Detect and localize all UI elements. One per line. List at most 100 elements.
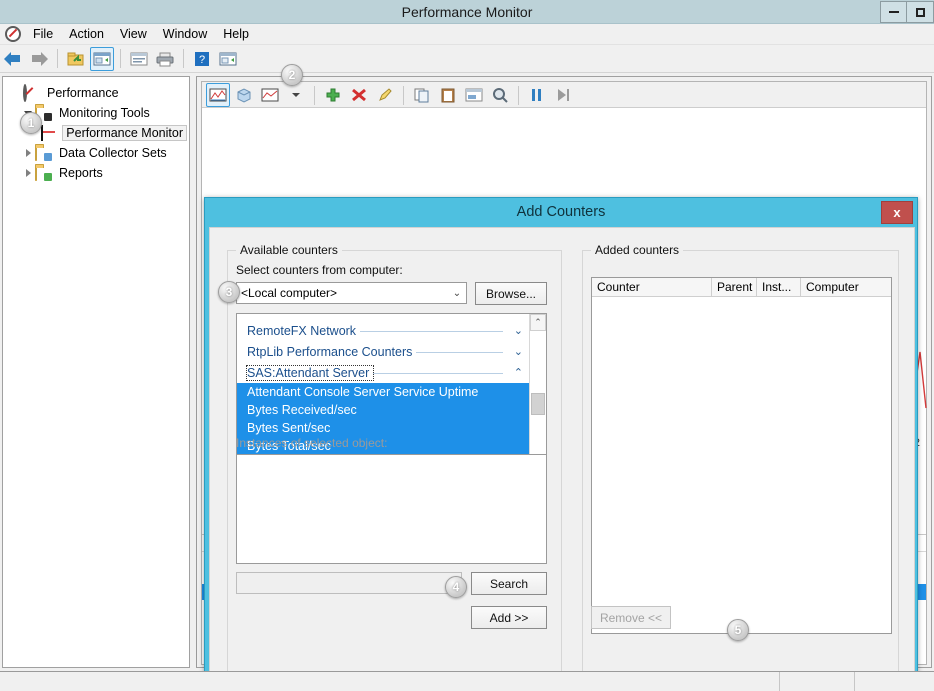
scroll-up-button[interactable]: ⌃ (530, 314, 546, 331)
available-counters-group: Available counters Select counters from … (227, 250, 562, 691)
counter-category-remotefx-network[interactable]: RemoteFX Network ⌄ (237, 320, 529, 341)
tree-expander-collapsed[interactable] (21, 146, 35, 160)
tree-item-performance[interactable]: Performance (7, 83, 187, 103)
status-cell-main (0, 672, 780, 691)
dialog-title: Add Counters (205, 198, 917, 227)
callout-3: 3 (218, 281, 240, 303)
status-cell-second (780, 672, 855, 691)
instance-search-combobox[interactable]: ⌄ (236, 572, 462, 594)
toolbar-separator (57, 49, 58, 68)
scrollbar-thumb[interactable] (531, 393, 545, 415)
show-hide-console-tree-button[interactable] (90, 47, 114, 71)
folder-data-collector-icon (35, 146, 52, 161)
add-view-button[interactable] (258, 83, 282, 107)
maximize-icon (916, 8, 925, 17)
window-controls (880, 0, 934, 24)
window-titlebar: Performance Monitor (0, 0, 934, 24)
copy-properties-icon (413, 87, 431, 103)
console-tree-pane: Performance Monitoring Tools Performance… (2, 76, 190, 668)
view-graph-button[interactable] (206, 83, 230, 107)
minimize-button[interactable] (880, 1, 907, 23)
add-button-label: Add >> (490, 611, 529, 625)
chevron-down-icon: ⌄ (514, 324, 523, 337)
column-header-parent[interactable]: Parent (712, 278, 757, 296)
status-cell-third (855, 672, 934, 691)
add-view-icon (261, 87, 279, 103)
properties-icon (130, 51, 148, 67)
highlight-button[interactable] (373, 83, 397, 107)
back-button[interactable] (1, 47, 25, 71)
chevron-down-icon (292, 93, 300, 97)
menu-view[interactable]: View (112, 25, 155, 43)
chevron-up-icon: ⌃ (534, 317, 542, 328)
menu-bar: File Action View Window Help (0, 24, 934, 45)
counter-item[interactable]: Bytes Sent/sec (237, 419, 529, 437)
tree-item-label: Data Collector Sets (56, 146, 170, 160)
counter-category-label: RemoteFX Network (247, 324, 360, 338)
graph-dropdown-button[interactable] (284, 83, 308, 107)
counter-category-label: SAS:Attendant Server (247, 366, 373, 380)
column-header-computer[interactable]: Computer (801, 278, 891, 296)
show-hide-console-tree-icon (93, 51, 111, 67)
browse-button[interactable]: Browse... (475, 282, 547, 305)
menu-window[interactable]: Window (155, 25, 215, 43)
menu-action[interactable]: Action (61, 25, 112, 43)
up-folder-button[interactable] (64, 47, 88, 71)
search-button-label: Search (490, 577, 528, 591)
counter-category-rtplib[interactable]: RtpLib Performance Counters ⌄ (237, 341, 529, 362)
zoom-icon (491, 87, 509, 103)
counter-category-sas-attendant-server[interactable]: SAS:Attendant Server ⌃ (237, 362, 529, 383)
update-data-button[interactable] (551, 83, 575, 107)
computer-combobox[interactable]: <Local computer> ⌄ (236, 282, 467, 304)
select-computer-label: Select counters from computer: (236, 263, 403, 277)
remove-counters-button[interactable]: Remove << (591, 606, 671, 629)
tree-item-data-collector-sets[interactable]: Data Collector Sets (7, 143, 187, 163)
search-button[interactable]: Search (471, 572, 547, 595)
add-counters-dialog: Add Counters x Available counters Select… (204, 197, 918, 691)
print-button[interactable] (153, 47, 177, 71)
delete-counter-button[interactable] (347, 83, 371, 107)
tree-item-label: Performance Monitor (62, 125, 187, 141)
back-icon (4, 52, 22, 66)
instances-list[interactable] (236, 454, 547, 564)
chevron-up-icon: ⌃ (514, 366, 523, 379)
counter-item[interactable]: Attendant Console Server Service Uptime (237, 383, 529, 401)
tree-expander-collapsed[interactable] (21, 166, 35, 180)
added-counters-table[interactable]: Counter Parent Inst... Computer (591, 277, 892, 634)
paste-counter-list-button[interactable] (436, 83, 460, 107)
available-counters-legend: Available counters (236, 243, 342, 257)
freeze-display-button[interactable] (525, 83, 549, 107)
tree-item-label: Monitoring Tools (56, 106, 153, 120)
tree-item-label: Performance (44, 86, 122, 100)
new-window-button[interactable] (216, 47, 240, 71)
dialog-close-button[interactable]: x (881, 201, 913, 224)
copy-properties-button[interactable] (410, 83, 434, 107)
performance-monitor-window: Performance Monitor File Action View Win… (0, 0, 934, 691)
help-icon: ? (193, 51, 211, 67)
help-button[interactable]: ? (190, 47, 214, 71)
change-graph-type-button[interactable] (232, 83, 256, 107)
counter-item[interactable]: Bytes Received/sec (237, 401, 529, 419)
added-counters-legend: Added counters (591, 243, 683, 257)
computer-combobox-value: <Local computer> (241, 286, 448, 300)
add-counters-icon (324, 87, 342, 103)
menu-file[interactable]: File (25, 25, 61, 43)
add-counters-button[interactable]: Add >> (471, 606, 547, 629)
menu-help[interactable]: Help (215, 25, 257, 43)
properties-icon (465, 87, 483, 103)
zoom-button[interactable] (488, 83, 512, 107)
tree-item-reports[interactable]: Reports (7, 163, 187, 183)
add-counters-button[interactable] (321, 83, 345, 107)
chart-properties-button[interactable] (462, 83, 486, 107)
column-header-counter[interactable]: Counter (592, 278, 712, 296)
column-header-instance[interactable]: Inst... (757, 278, 801, 296)
console-toolbar: ? (0, 45, 934, 73)
window-title: Performance Monitor (0, 0, 934, 24)
minimize-icon (889, 11, 899, 13)
delete-counter-icon (350, 87, 368, 103)
forward-button[interactable] (27, 47, 51, 71)
new-window-icon (219, 51, 237, 67)
properties-button[interactable] (127, 47, 151, 71)
maximize-button[interactable] (907, 1, 934, 23)
toolbar-separator (314, 86, 315, 105)
